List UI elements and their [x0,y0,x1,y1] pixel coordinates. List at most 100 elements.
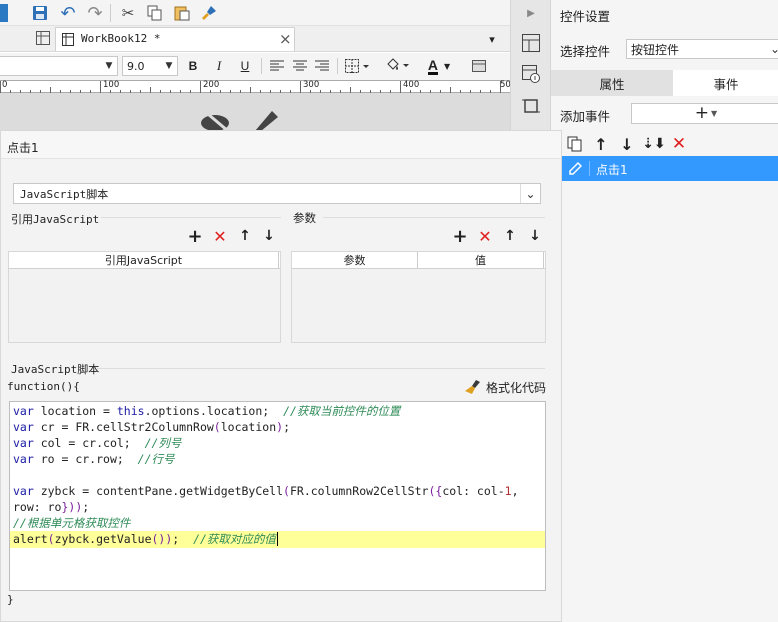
tab-close-icon[interactable]: × [279,30,292,48]
code-line: //根据单元格获取控件 [13,516,131,530]
delete-ref-js-icon[interactable]: ✕ [211,227,229,246]
move-down-icon[interactable]: ↓ [260,227,278,245]
code-line: var ro = cr.row; //行号 [13,452,175,466]
function-open: function(){ [7,380,80,393]
broom-icon [465,380,480,394]
app-logo-icon [0,4,8,22]
bold-button[interactable]: B [184,57,202,75]
script-group-label: JavaScript脚本 [11,363,100,376]
param-value-column-header[interactable]: 值 [418,252,544,268]
grid-icon[interactable] [35,30,51,46]
workbook-icon [61,32,75,46]
divider [589,161,590,176]
format-toolbar: ▼ 9.0 ▼ B I U A ▼ [0,53,510,80]
chevron-down-icon: ▼ [165,61,173,71]
text-cursor [276,532,278,546]
fill-color-icon[interactable] [384,57,412,75]
move-up-icon[interactable]: ↑ [592,135,610,154]
code-line: var location = this.options.location; //… [13,404,401,418]
tab-events[interactable]: 事件 [673,70,778,96]
tab-workbook12[interactable]: WorkBook12 * × [55,27,295,51]
plus-icon: + [694,103,710,123]
copy-event-icon[interactable] [566,135,584,153]
font-size-value: 9.0 [127,59,145,73]
ref-js-table: 引用JavaScript [8,251,281,343]
edit-icon [567,160,583,176]
chevron-down-icon: ▼ [711,109,718,118]
layout-icon[interactable] [521,33,541,53]
ref-js-column-header[interactable]: 引用JavaScript [9,252,279,268]
font-size-select[interactable]: 9.0 ▼ [122,56,178,76]
cell-properties-icon[interactable] [521,64,541,84]
ref-js-table-header: 引用JavaScript [9,252,280,269]
main-toolbar: ↶ ↷ ✂ [0,0,510,26]
save-icon[interactable] [30,3,50,23]
add-event-button[interactable]: + ▼ [631,103,778,124]
toolbar-divider [110,4,111,22]
format-code-label: 格式化代码 [486,380,547,395]
event-list-toolbar: ↑ ↓ ⇣⬇ ✕ [561,134,778,154]
delete-event-icon[interactable]: ✕ [670,134,688,154]
document-tabbar: WorkBook12 * × ▾ [0,26,510,52]
select-widget-dropdown[interactable]: 按钮控件 ⌄ [626,39,778,59]
align-left-icon[interactable] [268,57,286,75]
crop-icon[interactable] [521,96,541,116]
add-ref-js-icon[interactable]: + [186,226,204,247]
move-up-icon[interactable]: ↑ [236,227,254,245]
param-name-column-header[interactable]: 参数 [292,252,418,268]
chevron-down-icon: ▼ [105,61,113,71]
group-divider [323,217,545,218]
ref-js-group-label: 引用JavaScript [11,213,100,226]
font-color-button[interactable]: A ▼ [422,55,456,77]
event-type-value: JavaScript脚本 [20,187,109,201]
code-line: row: ro})); [13,500,90,514]
move-down-icon[interactable]: ↓ [618,135,636,154]
align-right-icon[interactable] [313,57,331,75]
align-center-icon[interactable] [291,57,309,75]
chevron-down-icon: ▼ [443,61,451,71]
font-color-icon: A [427,56,438,75]
select-widget-value: 按钮控件 [631,42,680,57]
group-divider [101,217,281,218]
select-widget-label: 选择控件 [560,44,611,59]
group-divider [97,368,545,369]
underline-button[interactable]: U [236,57,254,75]
move-bottom-icon[interactable]: ⇣⬇ [642,135,665,153]
border-icon[interactable] [344,57,372,75]
ruler-label: 300 [303,80,320,90]
function-close: } [7,593,14,606]
undo-icon[interactable]: ↶ [57,3,79,24]
event-item-label: 点击1 [596,163,628,177]
font-family-select[interactable]: ▼ [0,56,118,76]
cut-icon[interactable]: ✂ [117,3,139,23]
italic-button[interactable]: I [210,57,228,75]
move-down-icon[interactable]: ↓ [526,227,544,245]
expand-arrow-icon[interactable]: ▶ [523,5,539,21]
event-type-select[interactable]: JavaScript脚本 ⌄ [13,183,541,204]
event-list-item[interactable]: 点击1 [561,156,778,181]
design-canvas [0,93,510,131]
ruler-label: 0 [2,80,8,90]
format-code-button[interactable]: 格式化代码 [464,378,546,396]
dialog-title: 点击1 [7,141,39,155]
horizontal-ruler: 0 100 200 300 400 50 [0,80,511,93]
redo-icon[interactable]: ↷ [84,3,106,24]
tab-properties[interactable]: 属性 [551,70,673,96]
delete-param-icon[interactable]: ✕ [476,227,494,246]
paste-icon[interactable] [171,3,193,23]
code-editor[interactable]: var location = this.options.location; //… [9,401,546,591]
hide-eye-icon [198,107,232,131]
params-table: 参数 值 [291,251,546,343]
code-line: var cr = FR.cellStr2ColumnRow(location); [13,420,290,434]
widget-settings-panel: 控件设置 选择控件 按钮控件 ⌄ 属性 事件 添加事件 + ▼ ↑ ↓ ⇣⬇ ✕… [550,0,778,622]
toolbar-divider [337,58,338,74]
merge-cells-icon[interactable] [470,57,488,75]
copy-icon[interactable] [144,3,166,23]
side-tool-strip: ▶ [510,0,550,130]
event-dialog: 点击1 JavaScript脚本 ⌄ 引用JavaScript + ✕ ↑ ↓ … [0,130,562,622]
add-param-icon[interactable]: + [451,226,469,247]
move-up-icon[interactable]: ↑ [501,227,519,245]
tab-menu-icon[interactable]: ▾ [484,31,500,47]
format-brush-icon[interactable] [198,3,220,23]
pencil-icon [250,107,280,131]
